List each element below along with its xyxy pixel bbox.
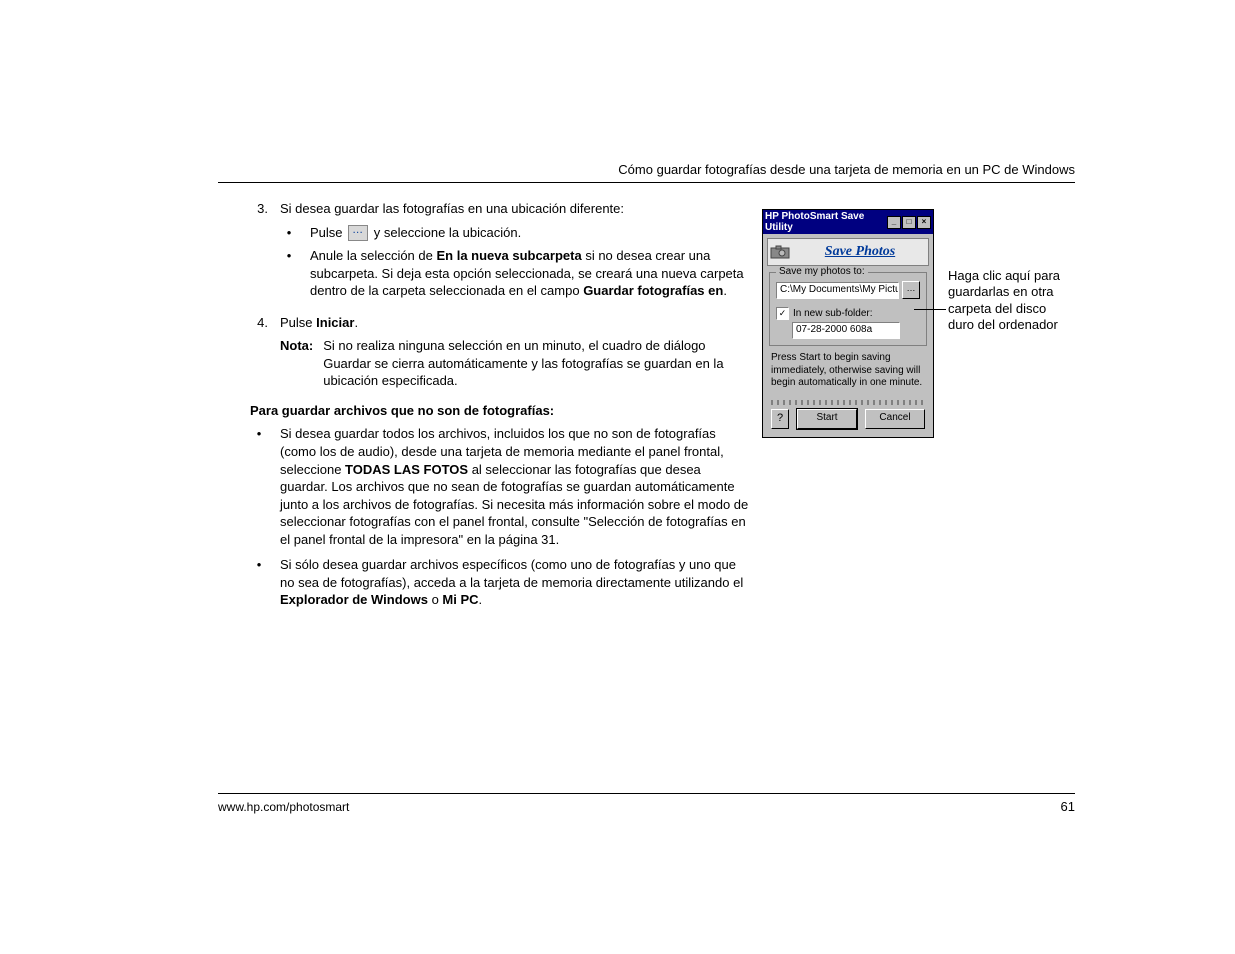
save-to-group: Save my photos to: C:\My Documents\My Pi… [769,272,927,346]
bold: Explorador de Windows [280,592,428,607]
page: Cómo guardar fotografías desde una tarje… [0,0,1235,954]
step-3-intro: Si desea guardar las fotografías en una … [280,201,624,216]
window-title: HP PhotoSmart Save Utility [765,211,886,233]
browse-button-icon [348,225,368,241]
maximize-icon[interactable]: □ [902,216,916,229]
text: . [723,283,727,298]
subheading: Para guardar archivos que no son de foto… [250,402,750,420]
bullet-icon: • [250,556,268,609]
body-text: 3. Si desea guardar las fotografías en u… [250,200,750,617]
running-header: Cómo guardar fotografías desde una tarje… [618,162,1075,177]
step-3-bullet-2: • Anule la selección de En la nueva subc… [280,247,750,300]
bold: En la nueva subcarpeta [436,248,581,263]
cancel-button[interactable]: Cancel [865,409,925,429]
subfolder-checkbox[interactable]: ✓ [776,307,789,320]
banner: Save Photos [767,238,929,266]
progress-indicator [771,400,925,405]
text: o [428,592,442,607]
close-icon[interactable]: × [917,216,931,229]
browse-button[interactable]: … [902,281,920,299]
bold: Iniciar [316,315,354,330]
group-legend: Save my photos to: [776,266,868,277]
step-number: 3. [250,200,268,306]
titlebar: HP PhotoSmart Save Utility _ □ × [763,210,933,234]
text: Pulse [280,315,316,330]
instructions-text: Press Start to begin saving immediately,… [771,352,925,390]
page-number: 61 [1061,799,1075,814]
callout-leader-line [914,309,946,310]
note-body: Si no realiza ninguna selección en un mi… [323,337,750,390]
step-3: 3. Si desea guardar las fotografías en u… [250,200,750,306]
text: Pulse [310,225,343,240]
banner-title: Save Photos [792,244,928,260]
footer-rule [218,793,1075,794]
note-label: Nota: [280,337,313,390]
header-rule [218,182,1075,183]
camera-icon [768,239,792,265]
minimize-icon[interactable]: _ [887,216,901,229]
bold: Guardar fotografías en [583,283,723,298]
text: . [354,315,358,330]
bullet-icon: • [280,224,298,242]
text: . [479,592,483,607]
help-button[interactable]: ? [771,409,789,429]
step-number: 4. [250,314,268,390]
step-4: 4. Pulse Iniciar. Nota: Si no realiza ni… [250,314,750,390]
bullet-icon: • [280,247,298,300]
para-bullet-2: • Si sólo desea guardar archivos específ… [250,556,750,609]
para-bullet-1: • Si desea guardar todos los archivos, i… [250,425,750,548]
path-input[interactable]: C:\My Documents\My Pictures [776,282,899,299]
checkbox-label: In new sub-folder: [793,308,873,319]
bullet-icon: • [250,425,268,548]
footer-url: www.hp.com/photosmart [218,800,349,814]
bold: TODAS LAS FOTOS [345,462,468,477]
text: Si sólo desea guardar archivos específic… [280,557,743,590]
note: Nota: Si no realiza ninguna selección en… [280,337,750,390]
callout-text: Haga clic aquí para guardarlas en otra c… [948,268,1068,333]
text: Anule la selección de [310,248,436,263]
start-button[interactable]: Start [797,409,857,429]
bold: Mi PC [442,592,478,607]
text: y seleccione la ubicación. [374,225,521,240]
step-3-bullet-1: • Pulse y seleccione la ubicación. [280,224,750,242]
subfolder-input[interactable]: 07-28-2000 608a [792,322,900,339]
save-utility-dialog: HP PhotoSmart Save Utility _ □ × Save Ph… [762,209,934,438]
